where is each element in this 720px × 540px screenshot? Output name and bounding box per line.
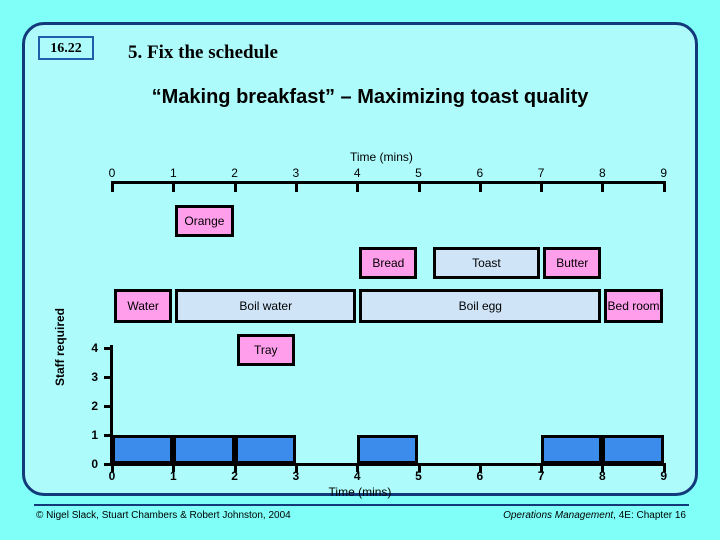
gantt-tick-label-2: 2 bbox=[231, 166, 238, 180]
chart-x-tick-label-1: 1 bbox=[169, 469, 177, 483]
chart-y-tick-1 bbox=[104, 434, 112, 437]
chart-x-tick-label-4: 4 bbox=[353, 469, 361, 483]
gantt-task-boil-water[interactable]: Boil water bbox=[175, 289, 357, 323]
gantt-tick-9 bbox=[662, 181, 666, 192]
chart-y-tick-label-4: 4 bbox=[91, 341, 98, 355]
footer-source: Operations Management, 4E: Chapter 16 bbox=[503, 510, 686, 521]
gantt-tick-0 bbox=[111, 181, 114, 192]
slide-canvas: 16.22 5. Fix the schedule “Making breakf… bbox=[0, 0, 720, 540]
gantt-tick-label-5: 5 bbox=[415, 166, 422, 180]
gantt-tick-8 bbox=[601, 181, 605, 192]
footer-source-title: Operations Management bbox=[503, 510, 614, 521]
gantt-tick-label-8: 8 bbox=[599, 166, 606, 180]
footer-copyright: © Nigel Slack, Stuart Chambers & Robert … bbox=[36, 510, 291, 521]
chart-x-tick-label-0: 0 bbox=[108, 469, 116, 483]
chart-x-axis-label: Time (mins) bbox=[328, 485, 392, 499]
gantt-task-butter[interactable]: Butter bbox=[543, 247, 602, 279]
gantt-tick-7 bbox=[540, 181, 544, 192]
chart-y-tick-label-0: 0 bbox=[91, 457, 98, 471]
chart-y-axis-label: Staff required bbox=[53, 308, 67, 387]
gantt-tick-label-7: 7 bbox=[537, 166, 545, 180]
chart-bar-8-9[interactable] bbox=[602, 435, 664, 464]
footer-source-detail: , 4E: Chapter 16 bbox=[613, 510, 686, 521]
chart-x-tick-label-2: 2 bbox=[231, 469, 238, 483]
gantt-tick-1 bbox=[172, 181, 176, 192]
chart-x-tick-label-3: 3 bbox=[292, 469, 300, 483]
gantt-tick-label-4: 4 bbox=[353, 166, 361, 180]
chart-bar-1-2[interactable] bbox=[173, 435, 235, 464]
gantt-task-water[interactable]: Water bbox=[114, 289, 173, 323]
chart-bar-0-1[interactable] bbox=[112, 435, 174, 464]
chart-y-tick-3 bbox=[104, 376, 112, 379]
gantt-tick-label-1: 1 bbox=[169, 166, 177, 180]
footer-divider bbox=[34, 504, 689, 506]
chart-x-tick-label-7: 7 bbox=[537, 469, 545, 483]
chart-x-tick-label-6: 6 bbox=[476, 469, 484, 483]
gantt-task-toast[interactable]: Toast bbox=[432, 247, 541, 279]
gantt-tick-2 bbox=[233, 181, 237, 192]
chart-bar-2-3[interactable] bbox=[234, 435, 296, 464]
chart-y-tick-label-2: 2 bbox=[91, 399, 98, 413]
gantt-tick-5 bbox=[417, 181, 421, 192]
chart-bar-4-5[interactable] bbox=[357, 435, 419, 464]
chart-x-tick-label-5: 5 bbox=[415, 469, 422, 483]
gantt-tick-3 bbox=[294, 181, 298, 192]
gantt-task-orange[interactable]: Orange bbox=[175, 205, 234, 237]
chart-y-tick-4 bbox=[104, 347, 112, 350]
gantt-tick-label-3: 3 bbox=[292, 166, 300, 180]
gantt-tick-label-0: 0 bbox=[108, 166, 116, 180]
gantt-tick-label-6: 6 bbox=[476, 166, 484, 180]
chart-x-tick-label-9: 9 bbox=[660, 469, 668, 483]
gantt-task-bed-room[interactable]: Bed room bbox=[604, 289, 663, 323]
chart-bar-7-8[interactable] bbox=[541, 435, 603, 464]
chart-y-tick-label-1: 1 bbox=[91, 428, 98, 442]
chart-y-tick-label-3: 3 bbox=[91, 370, 98, 384]
gantt-task-boil-egg[interactable]: Boil egg bbox=[359, 289, 602, 323]
gantt-tick-6 bbox=[478, 181, 482, 192]
gantt-task-bread[interactable]: Bread bbox=[359, 247, 418, 279]
gantt-task-tray[interactable]: Tray bbox=[236, 334, 295, 366]
gantt-tick-4 bbox=[356, 181, 360, 192]
gantt-axis-line bbox=[112, 181, 664, 184]
gantt-axis-caption: Time (mins) bbox=[350, 150, 413, 164]
chart-y-tick-2 bbox=[104, 405, 112, 408]
chart-x-tick-label-8: 8 bbox=[599, 469, 606, 483]
gantt-tick-label-9: 9 bbox=[660, 166, 668, 180]
